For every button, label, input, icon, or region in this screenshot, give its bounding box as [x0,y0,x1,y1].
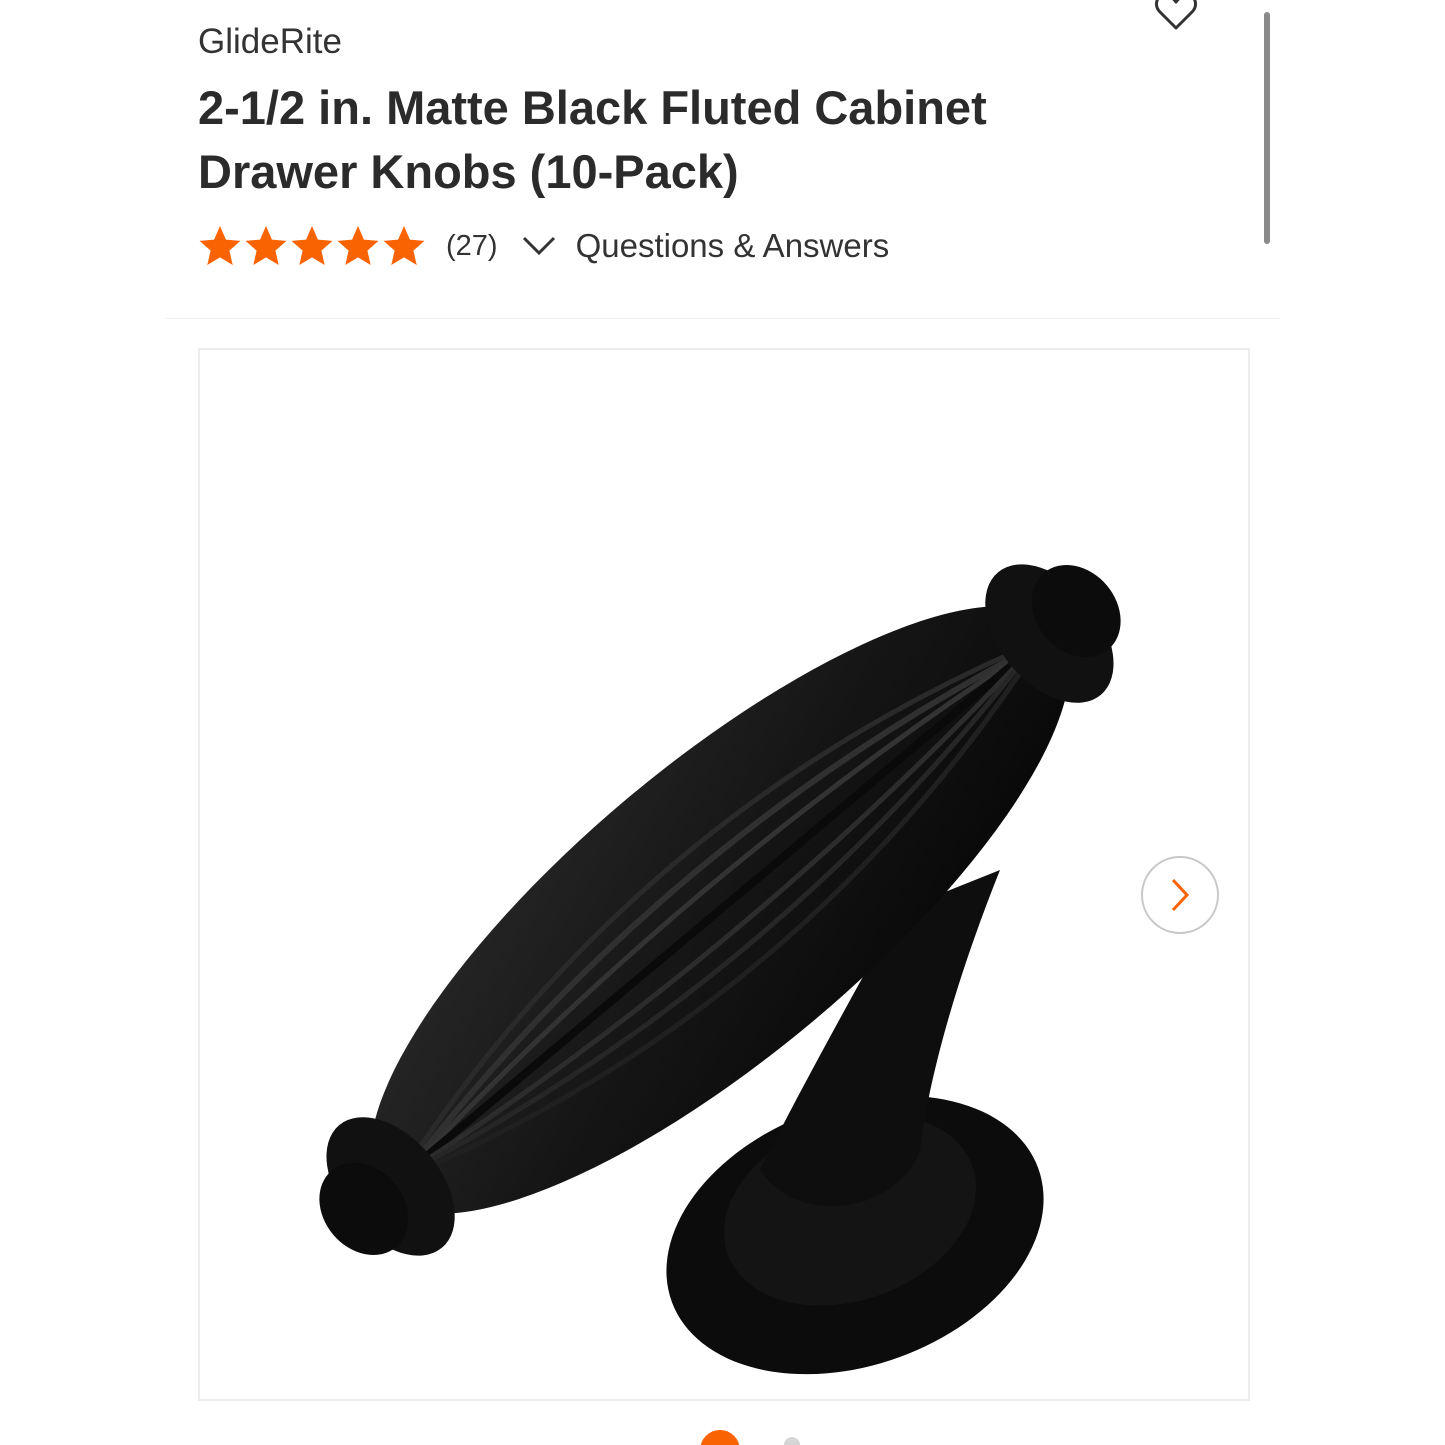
review-count[interactable]: (27) [446,230,498,263]
scrollbar[interactable] [1264,12,1270,244]
product-image-frame[interactable] [198,348,1250,1401]
chevron-down-icon[interactable] [522,235,556,257]
favorite-button[interactable] [1150,0,1202,34]
rating-row: (27) Questions & Answers [198,222,889,270]
star-icon [337,226,379,265]
star-icon [199,226,241,265]
carousel-dot[interactable] [784,1437,800,1445]
next-image-button[interactable] [1141,856,1219,934]
product-title: 2-1/2 in. Matte Black Fluted Cabinet Dra… [198,76,1158,204]
heart-icon [1155,0,1197,30]
carousel-dots [700,1430,800,1445]
product-title-line-1: 2-1/2 in. Matte Black Fluted Cabinet [198,81,987,134]
carousel-dot-active[interactable] [700,1430,740,1445]
star-icon [291,226,333,265]
product-title-line-2: Drawer Knobs (10-Pack) [198,145,739,198]
star-icon [245,226,287,265]
star-icon [383,226,425,265]
product-image [319,564,1121,1375]
divider [165,318,1280,319]
brand-name[interactable]: GlideRite [198,22,342,62]
product-page: GlideRite 2-1/2 in. Matte Black Fluted C… [0,0,1445,1445]
chevron-right-icon [1171,878,1190,912]
questions-answers-link[interactable]: Questions & Answers [576,227,890,265]
star-rating[interactable] [198,224,426,268]
